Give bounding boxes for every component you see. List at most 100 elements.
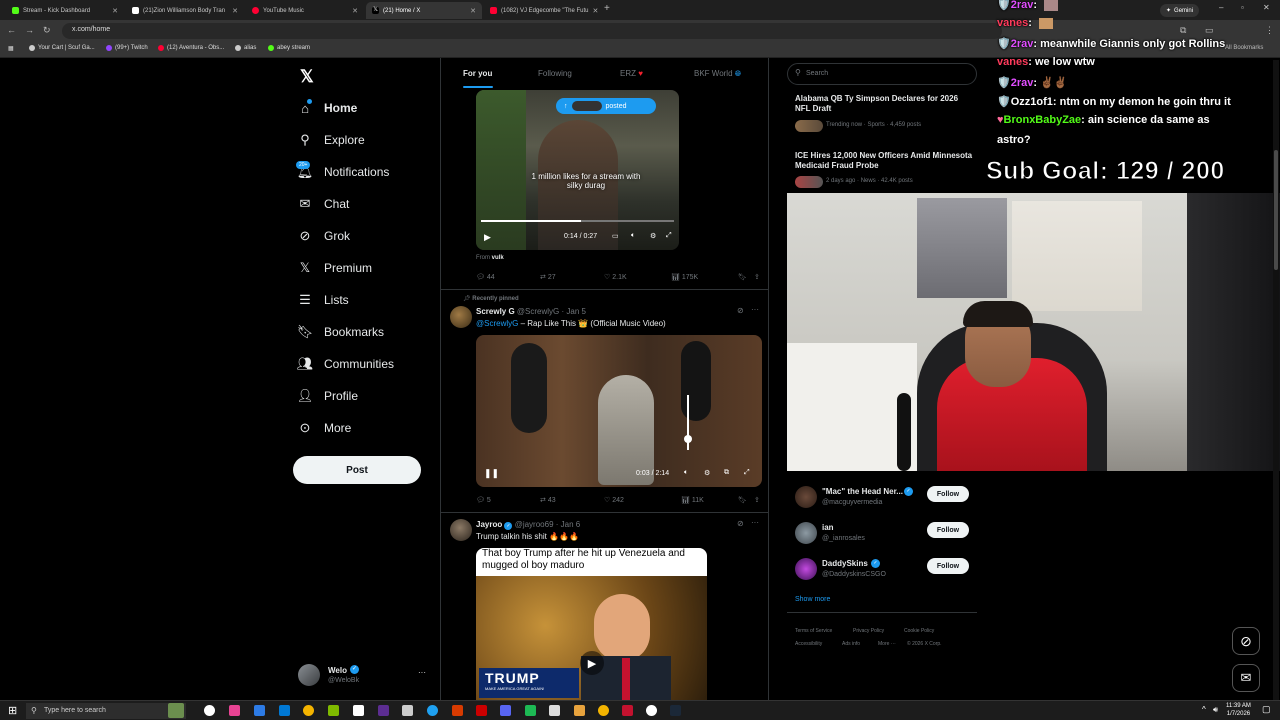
forward-arrow-icon[interactable]: →: [25, 25, 34, 35]
all-bookmarks[interactable]: All Bookmarks: [1225, 45, 1263, 51]
steam-icon[interactable]: [670, 705, 681, 716]
edge-icon[interactable]: [427, 705, 438, 716]
close-tab-icon[interactable]: ✕: [593, 7, 598, 15]
nav-more[interactable]: ⊙ More: [298, 415, 352, 441]
footer-link[interactable]: Ads info: [842, 641, 860, 647]
bookmark-item[interactable]: alias: [235, 45, 256, 51]
chrome-icon[interactable]: [598, 705, 609, 716]
extensions-icon[interactable]: ⧉: [1180, 25, 1186, 36]
bookmark-item[interactable]: (99+) Twitch: [106, 45, 148, 51]
pip-icon[interactable]: ⧉: [724, 469, 729, 477]
tab-erz[interactable]: ERZ ♥: [620, 69, 643, 78]
nav-grok[interactable]: ⊘ Grok: [298, 223, 350, 249]
nav-communities[interactable]: 👥︎ Communities: [297, 351, 394, 377]
follow-suggestion[interactable]: "Mac" the Head Ner... ✓ @macguyvermedia …: [787, 483, 977, 519]
avatar[interactable]: [450, 306, 472, 328]
menu-dots-icon[interactable]: ⋮: [1265, 25, 1274, 36]
follow-button[interactable]: Follow: [927, 486, 969, 502]
app-icon[interactable]: [574, 705, 585, 716]
like-button[interactable]: ♡ 2.1K: [604, 273, 627, 281]
show-more-link[interactable]: Show more: [795, 596, 830, 603]
taskbar-search-input[interactable]: ⚲ Type here to search: [26, 703, 186, 719]
scrollbar[interactable]: [1273, 60, 1279, 700]
widget-icon[interactable]: [168, 703, 184, 718]
browser-tab[interactable]: (21)Zion Williamson Body Tran ✕: [126, 2, 244, 19]
bookmark-item[interactable]: Your Cart | Scuf Ga...: [29, 45, 95, 51]
repost-button[interactable]: ⇄ 27: [540, 273, 556, 281]
bookmark-button[interactable]: 🔖︎: [738, 496, 747, 504]
share-button[interactable]: ⇪: [754, 273, 760, 281]
close-tab-icon[interactable]: ✕: [352, 7, 358, 15]
share-button[interactable]: ⇪: [754, 496, 760, 504]
close-tab-icon[interactable]: ✕: [470, 7, 476, 15]
nav-notifications[interactable]: 🔔︎ Notifications 20+: [296, 159, 389, 185]
search-input[interactable]: ⚲ Search: [787, 63, 977, 85]
bookmark-button[interactable]: 🔖︎: [738, 273, 747, 281]
volume-icon[interactable]: 🔈︎: [631, 232, 635, 240]
views-button[interactable]: 📊︎ 175K: [671, 273, 698, 281]
browser-tab-active[interactable]: 𝕏 (21) Home / X ✕: [366, 2, 482, 19]
grok-icon[interactable]: ⊘: [737, 306, 744, 315]
follow-suggestion[interactable]: DaddySkins ✓ @DaddyskinsCSGO Follow: [787, 555, 977, 591]
notification-icon[interactable]: ▢: [1262, 704, 1271, 715]
more-dots-icon[interactable]: ···: [418, 668, 426, 677]
app-icon[interactable]: [646, 705, 657, 716]
windows-start-icon[interactable]: ⊞: [8, 704, 17, 717]
sidebar-icon[interactable]: ▭: [1205, 25, 1214, 36]
new-posts-pill[interactable]: ↑ posted: [556, 98, 656, 114]
bookmark-item[interactable]: (12) Aventura - Obs...: [158, 45, 224, 51]
app-icon[interactable]: [279, 705, 290, 716]
reply-button[interactable]: 💬︎ 5: [476, 496, 491, 504]
reply-button[interactable]: 💬︎ 44: [476, 273, 495, 281]
avatar[interactable]: [450, 519, 472, 541]
minimize-button[interactable]: –: [1219, 3, 1223, 12]
nav-chat[interactable]: ✉ Chat: [298, 191, 350, 217]
like-button[interactable]: ♡ 242: [604, 496, 624, 504]
app-icon[interactable]: [622, 705, 633, 716]
close-tab-icon[interactable]: ✕: [112, 7, 118, 15]
play-icon[interactable]: ▶: [484, 232, 491, 243]
app-icon[interactable]: [525, 705, 536, 716]
clock[interactable]: 11:39 AM 1/7/2026: [1226, 702, 1251, 718]
browser-tab[interactable]: (1082) VJ Edgecombe "The Futu ✕: [484, 2, 598, 19]
browser-tab[interactable]: YouTube Music ✕: [246, 2, 364, 19]
browser-tab[interactable]: Stream - Kick Dashboard ✕: [6, 2, 124, 19]
messages-fab[interactable]: ✉: [1232, 664, 1260, 692]
settings-icon[interactable]: ⚙: [650, 232, 656, 240]
app-icon[interactable]: [402, 705, 413, 716]
nav-profile[interactable]: 👤︎ Profile: [297, 383, 358, 409]
bookmark-item[interactable]: abey stream: [268, 45, 310, 51]
account-switcher[interactable]: Welo ✓ @WeloBk ···: [298, 664, 430, 688]
footer-link[interactable]: Privacy Policy: [853, 628, 884, 634]
footer-link[interactable]: Terms of Service: [795, 628, 832, 634]
nav-lists[interactable]: ☰ Lists: [298, 287, 349, 313]
tab-bkf-world[interactable]: BKF World 🌐︎: [694, 69, 741, 79]
maximize-button[interactable]: ▫: [1241, 3, 1244, 12]
scrollbar-thumb[interactable]: [1274, 150, 1278, 270]
app-icon[interactable]: [378, 705, 389, 716]
play-icon[interactable]: ▶: [580, 651, 604, 675]
app-icon[interactable]: [229, 705, 240, 716]
fullscreen-icon[interactable]: ⤢: [666, 232, 672, 240]
app-icon[interactable]: [353, 705, 364, 716]
more-dots-icon[interactable]: ···: [751, 518, 759, 527]
trend-item[interactable]: Alabama QB Ty Simpson Declares for 2026 …: [795, 94, 975, 114]
tray-chevron-icon[interactable]: ^: [1202, 705, 1206, 714]
nav-explore[interactable]: ⚲ Explore: [298, 127, 364, 153]
nav-bookmarks[interactable]: 🔖︎ Bookmarks: [297, 319, 384, 345]
chrome-icon[interactable]: [303, 705, 314, 716]
close-window-button[interactable]: ✕: [1263, 3, 1270, 12]
footer-link[interactable]: More ···: [878, 641, 896, 647]
volume-slider-handle[interactable]: [684, 435, 692, 443]
volume-icon[interactable]: 🔈︎: [684, 469, 688, 477]
gemini-button[interactable]: ✦ Gemini: [1160, 4, 1200, 17]
app-icon[interactable]: [452, 705, 463, 716]
grok-fab[interactable]: ⊘: [1232, 627, 1260, 655]
grok-icon[interactable]: ⊘: [737, 519, 744, 528]
app-icon[interactable]: [204, 705, 215, 716]
tweet-video[interactable]: ❚❚ 0:03 / 2:14 🔈︎ ⚙ ⧉ ⤢: [476, 335, 762, 487]
follow-button[interactable]: Follow: [927, 522, 969, 538]
x-logo-icon[interactable]: 𝕏: [300, 67, 314, 87]
close-tab-icon[interactable]: ✕: [232, 7, 238, 15]
post-button[interactable]: Post: [293, 456, 421, 484]
